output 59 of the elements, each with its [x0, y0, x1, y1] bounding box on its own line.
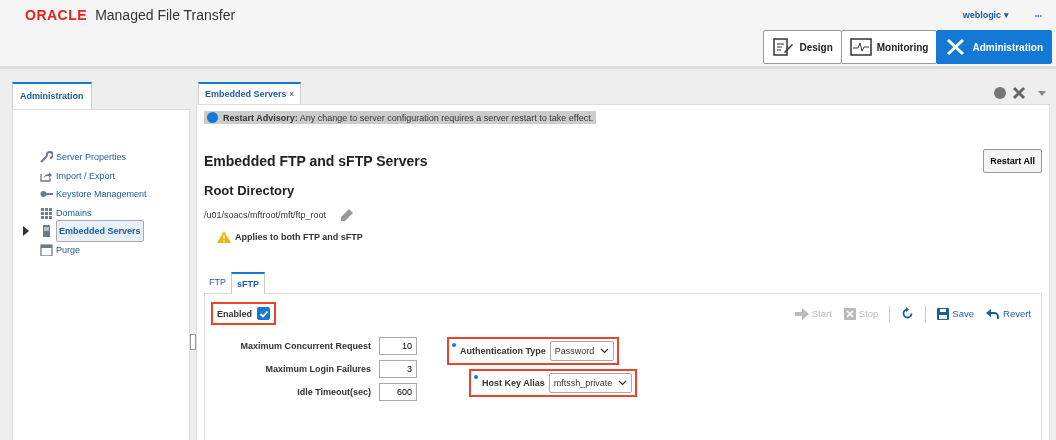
edit-icon[interactable] [340, 208, 355, 222]
document-tab[interactable]: Embedded Servers × [198, 82, 302, 104]
select-field[interactable]: Password [549, 341, 615, 361]
note-text: Applies to both FTP and sFTP [235, 232, 363, 242]
export-icon [40, 169, 53, 182]
protocol-tab[interactable]: sFTP [231, 272, 265, 294]
save-button[interactable]: Save [933, 307, 978, 320]
number-field[interactable]: 10 [379, 337, 417, 355]
nav-item[interactable]: Keystore Management [56, 189, 147, 200]
page-heading: Embedded FTP and sFTP Servers [204, 153, 429, 169]
number-field[interactable]: 600 [379, 383, 417, 401]
required-icon [474, 375, 478, 379]
enabled-checkbox[interactable]: Enabled [211, 302, 276, 325]
field-label: Authentication Type [460, 346, 546, 356]
required-icon [452, 343, 456, 347]
grid-icon [40, 206, 53, 219]
section-title: Root Directory [204, 183, 296, 198]
advisory-text: Restart Advisory: Any change to server configuration requires a server restart to take effect. [223, 112, 594, 123]
field-label: Idle Timeout(sec) [297, 387, 371, 397]
restart-all-button[interactable]: Restart All [983, 149, 1042, 173]
warning-icon [216, 230, 232, 244]
undo-icon [986, 307, 1000, 320]
number-field[interactable]: 3 [379, 360, 417, 378]
nav-item[interactable]: Domains [56, 207, 92, 218]
expand-icon[interactable] [23, 226, 29, 237]
user-menu[interactable]: weblogic ▾ [962, 10, 1009, 20]
save-icon [937, 307, 950, 320]
nav-item[interactable]: Purge [56, 244, 81, 255]
close-icon[interactable] [1012, 86, 1026, 100]
field-label: Host Key Alias [482, 378, 545, 388]
nav-item[interactable]: Server Properties [56, 152, 127, 163]
collapse-handle[interactable] [190, 334, 196, 350]
select-field[interactable]: mftssh_private [548, 373, 633, 393]
path-text: /u01/soacs/mftroot/mft/ftp_root [204, 210, 327, 220]
nav-tab[interactable]: Design [763, 30, 842, 64]
app-title: Managed File Transfer [95, 7, 236, 23]
server-icon [40, 225, 53, 238]
wrench-icon [40, 151, 53, 164]
chevron-down-icon [618, 380, 628, 386]
field-label: Maximum Login Failures [265, 364, 371, 374]
oracle-logo: ORACLE [25, 7, 88, 23]
arrow-icon [794, 307, 809, 320]
nav-item[interactable]: Embedded Servers [56, 220, 144, 243]
dropdown-icon[interactable] [1038, 90, 1046, 96]
design-icon [772, 38, 795, 56]
panel-tab[interactable]: Administration [12, 82, 92, 109]
check-icon [258, 308, 269, 319]
protocol-tab[interactable]: FTP [204, 272, 231, 293]
close-tab-button[interactable]: × [289, 89, 295, 99]
stop-icon [843, 307, 856, 320]
nav-item[interactable]: Import / Export [56, 170, 116, 181]
nav-tab[interactable]: Administration [936, 30, 1052, 64]
field-label: Maximum Concurrent Request [240, 341, 371, 351]
calendar-icon [40, 243, 53, 256]
monitor-icon [849, 38, 872, 56]
refresh-icon [901, 307, 915, 320]
chevron-down-icon [600, 348, 610, 354]
revert-button[interactable]: Revert [982, 307, 1035, 320]
nav-tab[interactable]: Monitoring [840, 30, 938, 64]
